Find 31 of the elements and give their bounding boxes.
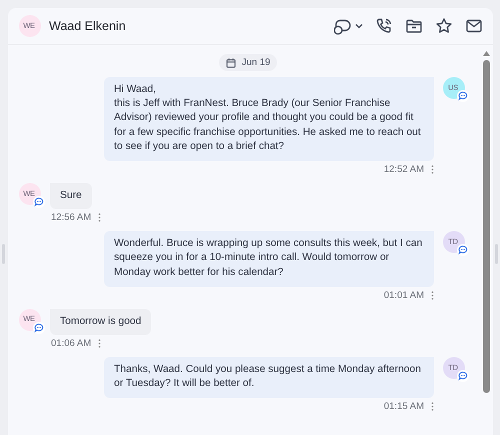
more-options-icon[interactable] — [431, 290, 434, 300]
message-time: 12:56 AM — [51, 212, 92, 224]
chat-bubble-icon[interactable] — [334, 17, 352, 35]
chat-badge-icon — [457, 370, 469, 382]
chat-badge-icon — [33, 322, 45, 334]
message-time: 01:15 AM — [384, 401, 424, 412]
chevron-down-icon[interactable] — [355, 23, 363, 29]
more-options-icon[interactable] — [431, 402, 434, 412]
message-bubble: Thanks, Waad. Could you please suggest a time Monday afternoon or Tuesday? It will be better of. — [104, 357, 434, 398]
message-bubble: Tomorrow is good — [50, 308, 152, 336]
chat-badge-icon — [457, 90, 469, 102]
more-options-icon[interactable] — [431, 165, 434, 174]
message-time: 01:06 AM — [51, 338, 92, 350]
message-bubble: Wonderful. Bruce is wrapping up some consults this week, but I can squeeze you in for a 10-minute intro call. Would tomorrow or Monday work better for his calendar? — [104, 231, 434, 287]
more-options-icon[interactable] — [98, 213, 102, 222]
contact-name: Waad Elkenin — [49, 19, 127, 33]
date-label: Jun 19 — [242, 57, 270, 68]
calendar-icon — [226, 58, 236, 68]
folder-icon[interactable] — [405, 17, 423, 35]
scroll-up-icon[interactable] — [482, 51, 490, 56]
mail-icon[interactable] — [465, 17, 483, 35]
message-bubble: Hi Waad, this is Jeff with FranNest. Bruce Brady (our Senior Franchise Advisor) reviewed your profile and thought you could be a good fit for a few specific franchise opportunities. He asked me to reach out to see if you are open to a brief chat? — [104, 77, 434, 162]
star-icon[interactable] — [435, 17, 453, 35]
message-bubble: Sure — [50, 183, 92, 210]
scrollbar-thumb[interactable] — [482, 60, 490, 393]
more-options-icon[interactable] — [98, 339, 102, 348]
phone-icon[interactable] — [375, 17, 393, 35]
chat-badge-icon — [457, 244, 469, 256]
message-time: 12:52 AM — [384, 164, 424, 176]
chat-badge-icon — [33, 196, 45, 208]
message-time: 01:01 AM — [384, 290, 424, 301]
